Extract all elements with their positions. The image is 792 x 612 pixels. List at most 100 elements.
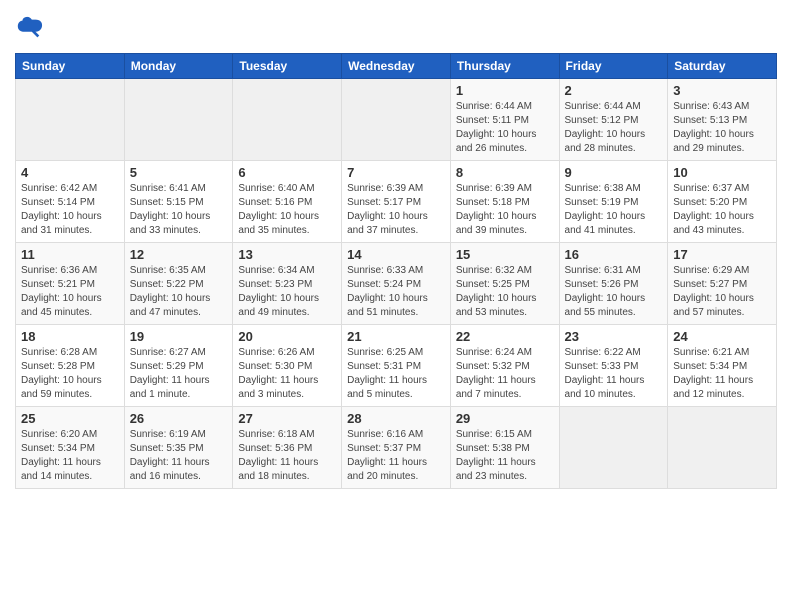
calendar-cell: 2 Sunrise: 6:44 AM Sunset: 5:12 PM Daylig… <box>559 79 668 161</box>
calendar-day-header: Saturday <box>668 54 777 79</box>
calendar-week-row: 11 Sunrise: 6:36 AM Sunset: 5:21 PM Dayli… <box>16 243 777 325</box>
logo <box>15 15 47 43</box>
calendar-cell: 9 Sunrise: 6:38 AM Sunset: 5:19 PM Daylig… <box>559 161 668 243</box>
calendar-cell: 21 Sunrise: 6:25 AM Sunset: 5:31 PM Dayli… <box>342 325 451 407</box>
calendar-cell <box>559 407 668 489</box>
day-number: 4 <box>21 165 119 180</box>
day-number: 23 <box>565 329 663 344</box>
calendar-cell <box>233 79 342 161</box>
calendar-cell: 20Sunrise: 6:26 AM Sunset: 5:30 PM Dayli… <box>233 325 342 407</box>
calendar-cell: 12 Sunrise: 6:35 AM Sunset: 5:22 PM Dayli… <box>124 243 233 325</box>
calendar-cell: 17Sunrise: 6:29 AM Sunset: 5:27 PM Dayli… <box>668 243 777 325</box>
calendar-cell: 29 Sunrise: 6:15 AM Sunset: 5:38 PM Dayli… <box>450 407 559 489</box>
calendar: SundayMondayTuesdayWednesdayThursdayFrid… <box>15 53 777 489</box>
day-info: Sunrise: 6:20 AM Sunset: 5:34 PM Dayligh… <box>21 428 119 484</box>
day-number: 29 <box>456 411 554 426</box>
calendar-body: 1 Sunrise: 6:44 AM Sunset: 5:11 PM Daylig… <box>16 79 777 489</box>
day-number: 13 <box>238 247 336 262</box>
calendar-header: SundayMondayTuesdayWednesdayThursdayFrid… <box>16 54 777 79</box>
calendar-cell: 18 Sunrise: 6:28 AM Sunset: 5:28 PM Dayli… <box>16 325 125 407</box>
day-number: 2 <box>565 83 663 98</box>
calendar-cell: 1 Sunrise: 6:44 AM Sunset: 5:11 PM Daylig… <box>450 79 559 161</box>
day-info: Sunrise: 6:29 AM Sunset: 5:27 PM Dayligh… <box>673 264 771 320</box>
calendar-week-row: 1 Sunrise: 6:44 AM Sunset: 5:11 PM Daylig… <box>16 79 777 161</box>
calendar-cell: 22Sunrise: 6:24 AM Sunset: 5:32 PM Dayli… <box>450 325 559 407</box>
day-number: 19 <box>130 329 228 344</box>
day-info: Sunrise: 6:37 AM Sunset: 5:20 PM Dayligh… <box>673 182 771 238</box>
day-number: 18 <box>21 329 119 344</box>
day-info: Sunrise: 6:15 AM Sunset: 5:38 PM Dayligh… <box>456 428 554 484</box>
day-info: Sunrise: 6:42 AM Sunset: 5:14 PM Dayligh… <box>21 182 119 238</box>
calendar-week-row: 25 Sunrise: 6:20 AM Sunset: 5:34 PM Dayli… <box>16 407 777 489</box>
calendar-cell: 8 Sunrise: 6:39 AM Sunset: 5:18 PM Daylig… <box>450 161 559 243</box>
calendar-day-header: Friday <box>559 54 668 79</box>
day-number: 5 <box>130 165 228 180</box>
calendar-cell: 23 Sunrise: 6:22 AM Sunset: 5:33 PM Dayli… <box>559 325 668 407</box>
calendar-day-header: Monday <box>124 54 233 79</box>
calendar-week-row: 4 Sunrise: 6:42 AM Sunset: 5:14 PM Daylig… <box>16 161 777 243</box>
day-info: Sunrise: 6:34 AM Sunset: 5:23 PM Dayligh… <box>238 264 336 320</box>
day-info: Sunrise: 6:44 AM Sunset: 5:11 PM Dayligh… <box>456 100 554 156</box>
calendar-cell: 27 Sunrise: 6:18 AM Sunset: 5:36 PM Dayli… <box>233 407 342 489</box>
calendar-cell: 28Sunrise: 6:16 AM Sunset: 5:37 PM Dayli… <box>342 407 451 489</box>
day-info: Sunrise: 6:25 AM Sunset: 5:31 PM Dayligh… <box>347 346 445 402</box>
day-number: 27 <box>238 411 336 426</box>
calendar-cell: 24 Sunrise: 6:21 AM Sunset: 5:34 PM Dayli… <box>668 325 777 407</box>
day-info: Sunrise: 6:35 AM Sunset: 5:22 PM Dayligh… <box>130 264 228 320</box>
calendar-day-header: Tuesday <box>233 54 342 79</box>
day-number: 15 <box>456 247 554 262</box>
calendar-cell: 3Sunrise: 6:43 AM Sunset: 5:13 PM Daylig… <box>668 79 777 161</box>
day-info: Sunrise: 6:33 AM Sunset: 5:24 PM Dayligh… <box>347 264 445 320</box>
day-number: 7 <box>347 165 445 180</box>
day-info: Sunrise: 6:43 AM Sunset: 5:13 PM Dayligh… <box>673 100 771 156</box>
day-info: Sunrise: 6:38 AM Sunset: 5:19 PM Dayligh… <box>565 182 663 238</box>
day-number: 14 <box>347 247 445 262</box>
page: SundayMondayTuesdayWednesdayThursdayFrid… <box>0 0 792 612</box>
day-info: Sunrise: 6:36 AM Sunset: 5:21 PM Dayligh… <box>21 264 119 320</box>
day-info: Sunrise: 6:27 AM Sunset: 5:29 PM Dayligh… <box>130 346 228 402</box>
calendar-cell: 19 Sunrise: 6:27 AM Sunset: 5:29 PM Dayli… <box>124 325 233 407</box>
day-number: 21 <box>347 329 445 344</box>
calendar-cell: 5Sunrise: 6:41 AM Sunset: 5:15 PM Daylig… <box>124 161 233 243</box>
calendar-cell <box>124 79 233 161</box>
day-info: Sunrise: 6:18 AM Sunset: 5:36 PM Dayligh… <box>238 428 336 484</box>
day-number: 10 <box>673 165 771 180</box>
calendar-cell: 10 Sunrise: 6:37 AM Sunset: 5:20 PM Dayli… <box>668 161 777 243</box>
logo-icon <box>15 15 43 43</box>
calendar-cell: 26Sunrise: 6:19 AM Sunset: 5:35 PM Dayli… <box>124 407 233 489</box>
calendar-day-header: Sunday <box>16 54 125 79</box>
day-number: 25 <box>21 411 119 426</box>
day-number: 8 <box>456 165 554 180</box>
day-info: Sunrise: 6:19 AM Sunset: 5:35 PM Dayligh… <box>130 428 228 484</box>
calendar-week-row: 18 Sunrise: 6:28 AM Sunset: 5:28 PM Dayli… <box>16 325 777 407</box>
day-number: 1 <box>456 83 554 98</box>
day-info: Sunrise: 6:28 AM Sunset: 5:28 PM Dayligh… <box>21 346 119 402</box>
calendar-cell: 11 Sunrise: 6:36 AM Sunset: 5:21 PM Dayli… <box>16 243 125 325</box>
calendar-cell: 6Sunrise: 6:40 AM Sunset: 5:16 PM Daylig… <box>233 161 342 243</box>
day-info: Sunrise: 6:44 AM Sunset: 5:12 PM Dayligh… <box>565 100 663 156</box>
day-info: Sunrise: 6:32 AM Sunset: 5:25 PM Dayligh… <box>456 264 554 320</box>
day-info: Sunrise: 6:40 AM Sunset: 5:16 PM Dayligh… <box>238 182 336 238</box>
day-number: 11 <box>21 247 119 262</box>
day-info: Sunrise: 6:21 AM Sunset: 5:34 PM Dayligh… <box>673 346 771 402</box>
day-number: 16 <box>565 247 663 262</box>
day-info: Sunrise: 6:39 AM Sunset: 5:17 PM Dayligh… <box>347 182 445 238</box>
day-number: 28 <box>347 411 445 426</box>
calendar-cell <box>342 79 451 161</box>
calendar-cell: 15 Sunrise: 6:32 AM Sunset: 5:25 PM Dayli… <box>450 243 559 325</box>
day-number: 9 <box>565 165 663 180</box>
calendar-cell <box>16 79 125 161</box>
day-number: 24 <box>673 329 771 344</box>
calendar-cell: 25 Sunrise: 6:20 AM Sunset: 5:34 PM Dayli… <box>16 407 125 489</box>
day-number: 12 <box>130 247 228 262</box>
calendar-cell: 13 Sunrise: 6:34 AM Sunset: 5:23 PM Dayli… <box>233 243 342 325</box>
calendar-cell: 16Sunrise: 6:31 AM Sunset: 5:26 PM Dayli… <box>559 243 668 325</box>
day-number: 22 <box>456 329 554 344</box>
day-info: Sunrise: 6:22 AM Sunset: 5:33 PM Dayligh… <box>565 346 663 402</box>
calendar-day-header: Thursday <box>450 54 559 79</box>
header-row: SundayMondayTuesdayWednesdayThursdayFrid… <box>16 54 777 79</box>
calendar-cell <box>668 407 777 489</box>
calendar-day-header: Wednesday <box>342 54 451 79</box>
day-info: Sunrise: 6:39 AM Sunset: 5:18 PM Dayligh… <box>456 182 554 238</box>
calendar-cell: 7 Sunrise: 6:39 AM Sunset: 5:17 PM Daylig… <box>342 161 451 243</box>
